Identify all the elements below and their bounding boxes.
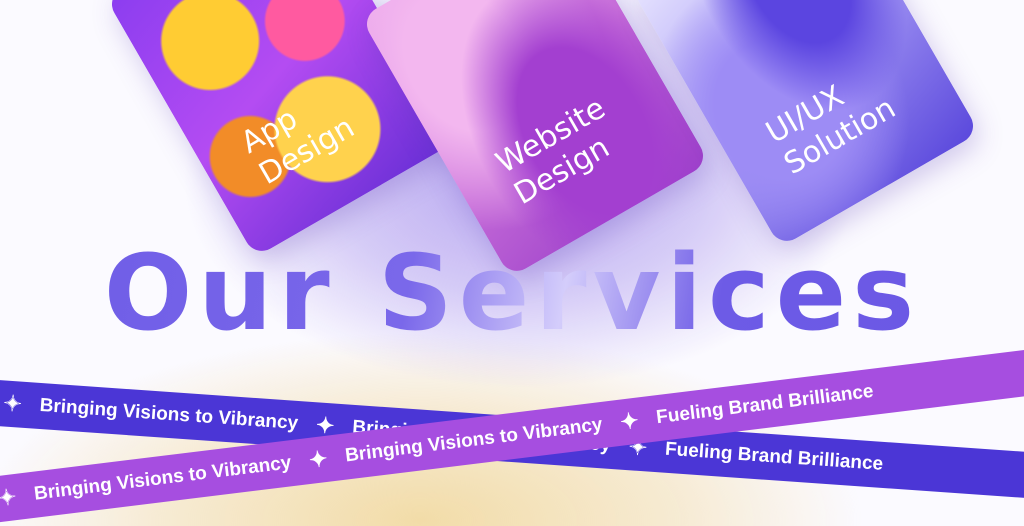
page-title: Our Services	[0, 232, 1024, 354]
card-label: UI/UX Solution	[760, 78, 902, 182]
card-label: Website Design	[490, 90, 616, 212]
ribbon-text: Bringing Visions to Vibrancy	[38, 394, 299, 434]
sparkle-icon: ✦	[2, 390, 23, 417]
sparkle-icon: ✦	[0, 484, 18, 512]
sparkle-icon: ✦	[307, 445, 329, 473]
ribbon-text: Fueling Brand Brilliance	[664, 438, 884, 475]
ribbon-text: Fueling Brand Brilliance	[655, 380, 875, 429]
sparkle-icon: ✦	[618, 407, 641, 435]
ribbon-text: Bringing Visions to Vibrancy	[32, 452, 293, 505]
card-label: App Design	[235, 101, 361, 192]
